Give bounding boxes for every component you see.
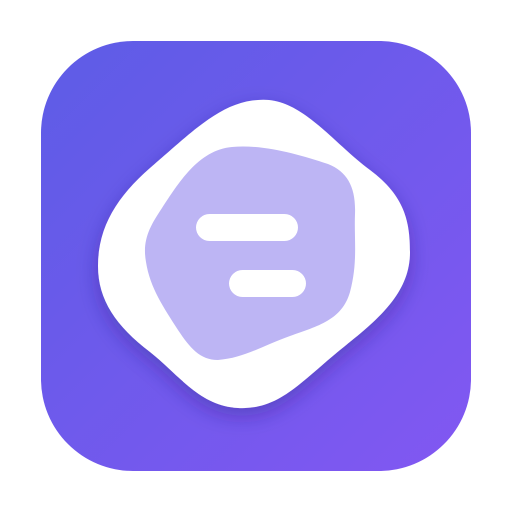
- app-icon-canvas: [0, 0, 512, 512]
- bottom-bar-line: [229, 270, 306, 297]
- top-bar-line: [196, 214, 298, 241]
- app-icon[interactable]: [0, 0, 512, 512]
